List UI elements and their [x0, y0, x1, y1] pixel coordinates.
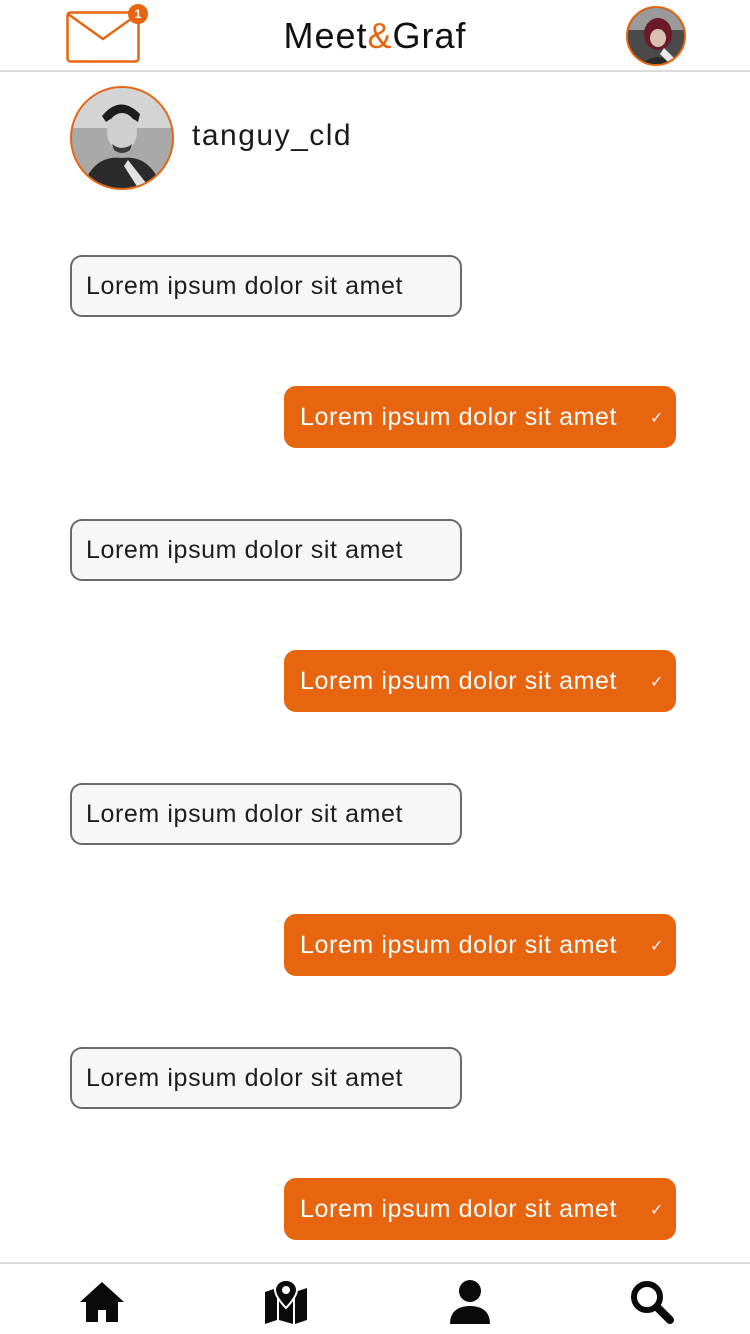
outgoing-message: Lorem ipsum dolor sit amet ✓: [284, 914, 676, 976]
incoming-message: Lorem ipsum dolor sit amet: [70, 1047, 462, 1109]
contact-username: tanguy_cld: [192, 119, 353, 152]
outgoing-message: Lorem ipsum dolor sit amet ✓: [284, 650, 676, 712]
sent-check-icon: ✓: [649, 1202, 664, 1219]
app-title-ampersand: &: [367, 15, 393, 56]
nav-profile[interactable]: [446, 1278, 494, 1326]
incoming-message: Lorem ipsum dolor sit amet: [70, 255, 462, 317]
incoming-message: Lorem ipsum dolor sit amet: [70, 783, 462, 845]
message-text: Lorem ipsum dolor sit amet: [86, 1064, 404, 1092]
message-text: Lorem ipsum dolor sit amet: [300, 1195, 618, 1223]
bottom-nav: [0, 1262, 750, 1334]
home-icon: [80, 1282, 124, 1322]
nav-map[interactable]: [262, 1278, 310, 1326]
nav-home[interactable]: [78, 1278, 126, 1326]
message-text: Lorem ipsum dolor sit amet: [86, 800, 404, 828]
message-text: Lorem ipsum dolor sit amet: [300, 931, 618, 959]
chat-screen: 1 Meet&Graf tanguy_cld Lorem ipsum dolor…: [0, 0, 750, 1334]
nav-search[interactable]: [628, 1278, 676, 1326]
app-title-part2: Graf: [392, 15, 467, 56]
app-title-part1: Meet: [283, 15, 368, 56]
user-avatar[interactable]: [626, 6, 686, 66]
sent-check-icon: ✓: [649, 410, 664, 427]
outgoing-message: Lorem ipsum dolor sit amet ✓: [284, 386, 676, 448]
outgoing-message: Lorem ipsum dolor sit amet ✓: [284, 1178, 676, 1240]
sent-check-icon: ✓: [649, 674, 664, 691]
contact-photo: [72, 88, 172, 188]
contact-avatar[interactable]: [70, 86, 174, 190]
message-text: Lorem ipsum dolor sit amet: [86, 272, 404, 300]
profile-icon: [450, 1280, 490, 1324]
message-text: Lorem ipsum dolor sit amet: [300, 667, 618, 695]
search-icon: [631, 1281, 674, 1324]
top-bar: 1 Meet&Graf: [0, 0, 750, 72]
map-icon: [265, 1278, 307, 1324]
message-text: Lorem ipsum dolor sit amet: [300, 403, 618, 431]
message-text: Lorem ipsum dolor sit amet: [86, 536, 404, 564]
incoming-message: Lorem ipsum dolor sit amet: [70, 519, 462, 581]
sent-check-icon: ✓: [649, 938, 664, 955]
